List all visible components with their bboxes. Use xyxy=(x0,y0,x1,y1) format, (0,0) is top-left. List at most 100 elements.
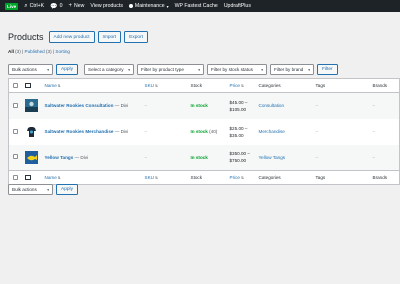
view-sorting-link[interactable]: Sorting xyxy=(55,49,70,54)
name-column-label[interactable]: Name xyxy=(45,175,57,180)
table-row: Saltwater Rookies Merchandise — Divi – I… xyxy=(9,119,400,145)
brand-filter-value: Filter by brand xyxy=(274,67,304,72)
new-label: New xyxy=(74,3,85,9)
product-theme-suffix: — Divi xyxy=(114,129,129,134)
category-cell: Merchandise xyxy=(257,119,314,145)
product-name-link[interactable]: Saltwater Rookies Consultation xyxy=(45,103,114,108)
live-badge-item[interactable]: Live xyxy=(0,0,21,12)
chevron-down-icon: ▾ xyxy=(128,67,130,72)
name-column-footer[interactable]: Name⇅ xyxy=(42,170,143,185)
command-palette[interactable]: ⌕ Ctrl+K xyxy=(21,0,47,12)
thumbnail-column-footer xyxy=(22,170,43,185)
sku-column-label[interactable]: SKU xyxy=(145,175,154,180)
bottom-tablenav: Bulk actions ▾ Apply xyxy=(8,184,81,195)
table-row: Yellow Tangs — Divi – In stock $350.00 –… xyxy=(8,144,400,171)
maintenance-item[interactable]: Maintenance ▾ xyxy=(126,0,172,12)
apply-button[interactable]: Apply xyxy=(56,64,78,75)
row-select-cell xyxy=(9,145,23,171)
sku-cell: – xyxy=(144,154,148,160)
view-all-link[interactable]: All (3) xyxy=(8,49,21,54)
sort-icon: ⇅ xyxy=(57,176,61,180)
export-button[interactable]: Export xyxy=(124,31,149,43)
top-tablenav: Bulk actions ▾ Apply Select a category ▾… xyxy=(8,64,341,75)
category-link[interactable]: Yellow Tangs xyxy=(259,155,286,160)
select-all-cell xyxy=(8,170,23,185)
brand-filter-select[interactable]: Filter by brand ▾ xyxy=(270,64,314,75)
products-table: Name⇅ SKU⇅ Stock Price⇅ Categories Tags … xyxy=(8,78,400,185)
product-thumbnail[interactable] xyxy=(24,150,38,164)
sku-column-footer[interactable]: SKU⇅ xyxy=(142,170,189,185)
stock-cell: In stock xyxy=(189,93,228,119)
product-thumbnail-cell xyxy=(23,145,43,171)
sku-cell: – xyxy=(144,103,148,109)
category-link[interactable]: Consultation xyxy=(259,103,285,108)
live-badge[interactable]: Live xyxy=(5,2,19,10)
product-name-link[interactable]: Saltwater Rookies Merchandise xyxy=(45,129,114,134)
import-button[interactable]: Import xyxy=(97,31,122,43)
category-link[interactable]: Merchandise xyxy=(259,129,285,134)
chevron-down-icon: ▾ xyxy=(166,3,169,9)
comment-icon: 💬 xyxy=(50,3,58,10)
comments-count: 0 xyxy=(59,3,63,9)
stock-status: In stock xyxy=(190,103,208,109)
product-type-filter-select[interactable]: Filter by product type ▾ xyxy=(137,64,204,75)
maintenance-label: Maintenance xyxy=(134,3,165,9)
category-filter-select[interactable]: Select a category ▾ xyxy=(84,64,134,75)
product-name-cell: Yellow Tangs — Divi xyxy=(43,145,143,171)
product-thumbnail-cell xyxy=(23,93,43,119)
tags-column-header: Tags xyxy=(313,78,371,93)
name-column-header[interactable]: Name⇅ xyxy=(42,78,143,93)
cache-item[interactable]: WP Fastest Cache xyxy=(172,0,221,12)
price-column-footer[interactable]: Price⇅ xyxy=(227,170,257,185)
categories-column-footer: Categories xyxy=(256,170,314,185)
apply-button-bottom[interactable]: Apply xyxy=(56,184,78,195)
price-max: $35.00 xyxy=(229,132,244,138)
select-all-checkbox[interactable] xyxy=(13,82,19,88)
bulk-actions-value: Bulk actions xyxy=(12,67,37,72)
sku-cell: – xyxy=(144,129,148,134)
chevron-down-icon: ▾ xyxy=(261,67,263,72)
filter-button[interactable]: Filter xyxy=(317,64,338,75)
price-column-label[interactable]: Price xyxy=(230,175,240,180)
product-thumbnail[interactable] xyxy=(24,99,38,113)
new-content-item[interactable]: + New xyxy=(66,0,88,12)
chevron-down-icon: ▾ xyxy=(198,67,200,72)
name-column-label[interactable]: Name xyxy=(45,83,57,88)
price-column-header[interactable]: Price⇅ xyxy=(227,78,257,93)
row-checkbox[interactable] xyxy=(13,102,19,108)
product-name-cell: Saltwater Rookies Consultation — Divi xyxy=(43,93,143,119)
view-published-link[interactable]: Published (3) xyxy=(25,49,52,54)
tags-column-footer: Tags xyxy=(313,170,371,185)
table-footer-row: Name⇅ SKU⇅ Stock Price⇅ Categories Tags … xyxy=(8,170,400,185)
sku-column-label[interactable]: SKU xyxy=(145,83,154,88)
row-checkbox[interactable] xyxy=(13,154,19,160)
cache-label: WP Fastest Cache xyxy=(174,3,218,9)
sort-icon: ⇅ xyxy=(154,176,158,180)
stock-status-filter-select[interactable]: Filter by stock status ▾ xyxy=(207,64,267,75)
price-min: $45.00 – xyxy=(229,99,248,105)
product-name-link[interactable]: Yellow Tangs xyxy=(45,155,74,160)
price-cell: $25.00 – $35.00 xyxy=(228,119,257,145)
bulk-actions-select-bottom[interactable]: Bulk actions ▾ xyxy=(8,184,53,195)
price-cell: $45.00 – $105.00 xyxy=(228,93,257,119)
view-all-count: (3) xyxy=(15,49,21,54)
select-all-checkbox[interactable] xyxy=(13,174,19,180)
price-column-label[interactable]: Price xyxy=(230,83,240,88)
add-new-product-button[interactable]: Add new product xyxy=(48,31,95,43)
stock-count: (40) xyxy=(209,129,218,134)
admin-bar: Live ⌕ Ctrl+K 💬 0 + New View products Ma… xyxy=(0,0,400,12)
row-checkbox[interactable] xyxy=(13,128,19,134)
bulk-actions-select[interactable]: Bulk actions ▾ xyxy=(8,64,53,75)
table-header-row: Name⇅ SKU⇅ Stock Price⇅ Categories Tags … xyxy=(8,78,400,93)
product-thumbnail[interactable] xyxy=(24,125,38,138)
price-min: $350.00 – xyxy=(229,151,250,157)
product-type-filter-value: Filter by product type xyxy=(141,67,184,72)
updraft-item[interactable]: UpdraftPlus xyxy=(221,0,254,12)
product-theme-suffix: — Divi xyxy=(114,103,129,109)
table-row: Saltwater Rookies Consultation — Divi – … xyxy=(8,92,400,119)
sku-column-header[interactable]: SKU⇅ xyxy=(142,78,189,93)
sort-icon: ⇅ xyxy=(240,176,244,180)
view-products-link[interactable]: View products xyxy=(87,0,126,12)
comments-item[interactable]: 💬 0 xyxy=(47,0,65,12)
search-icon: ⌕ xyxy=(24,2,28,9)
